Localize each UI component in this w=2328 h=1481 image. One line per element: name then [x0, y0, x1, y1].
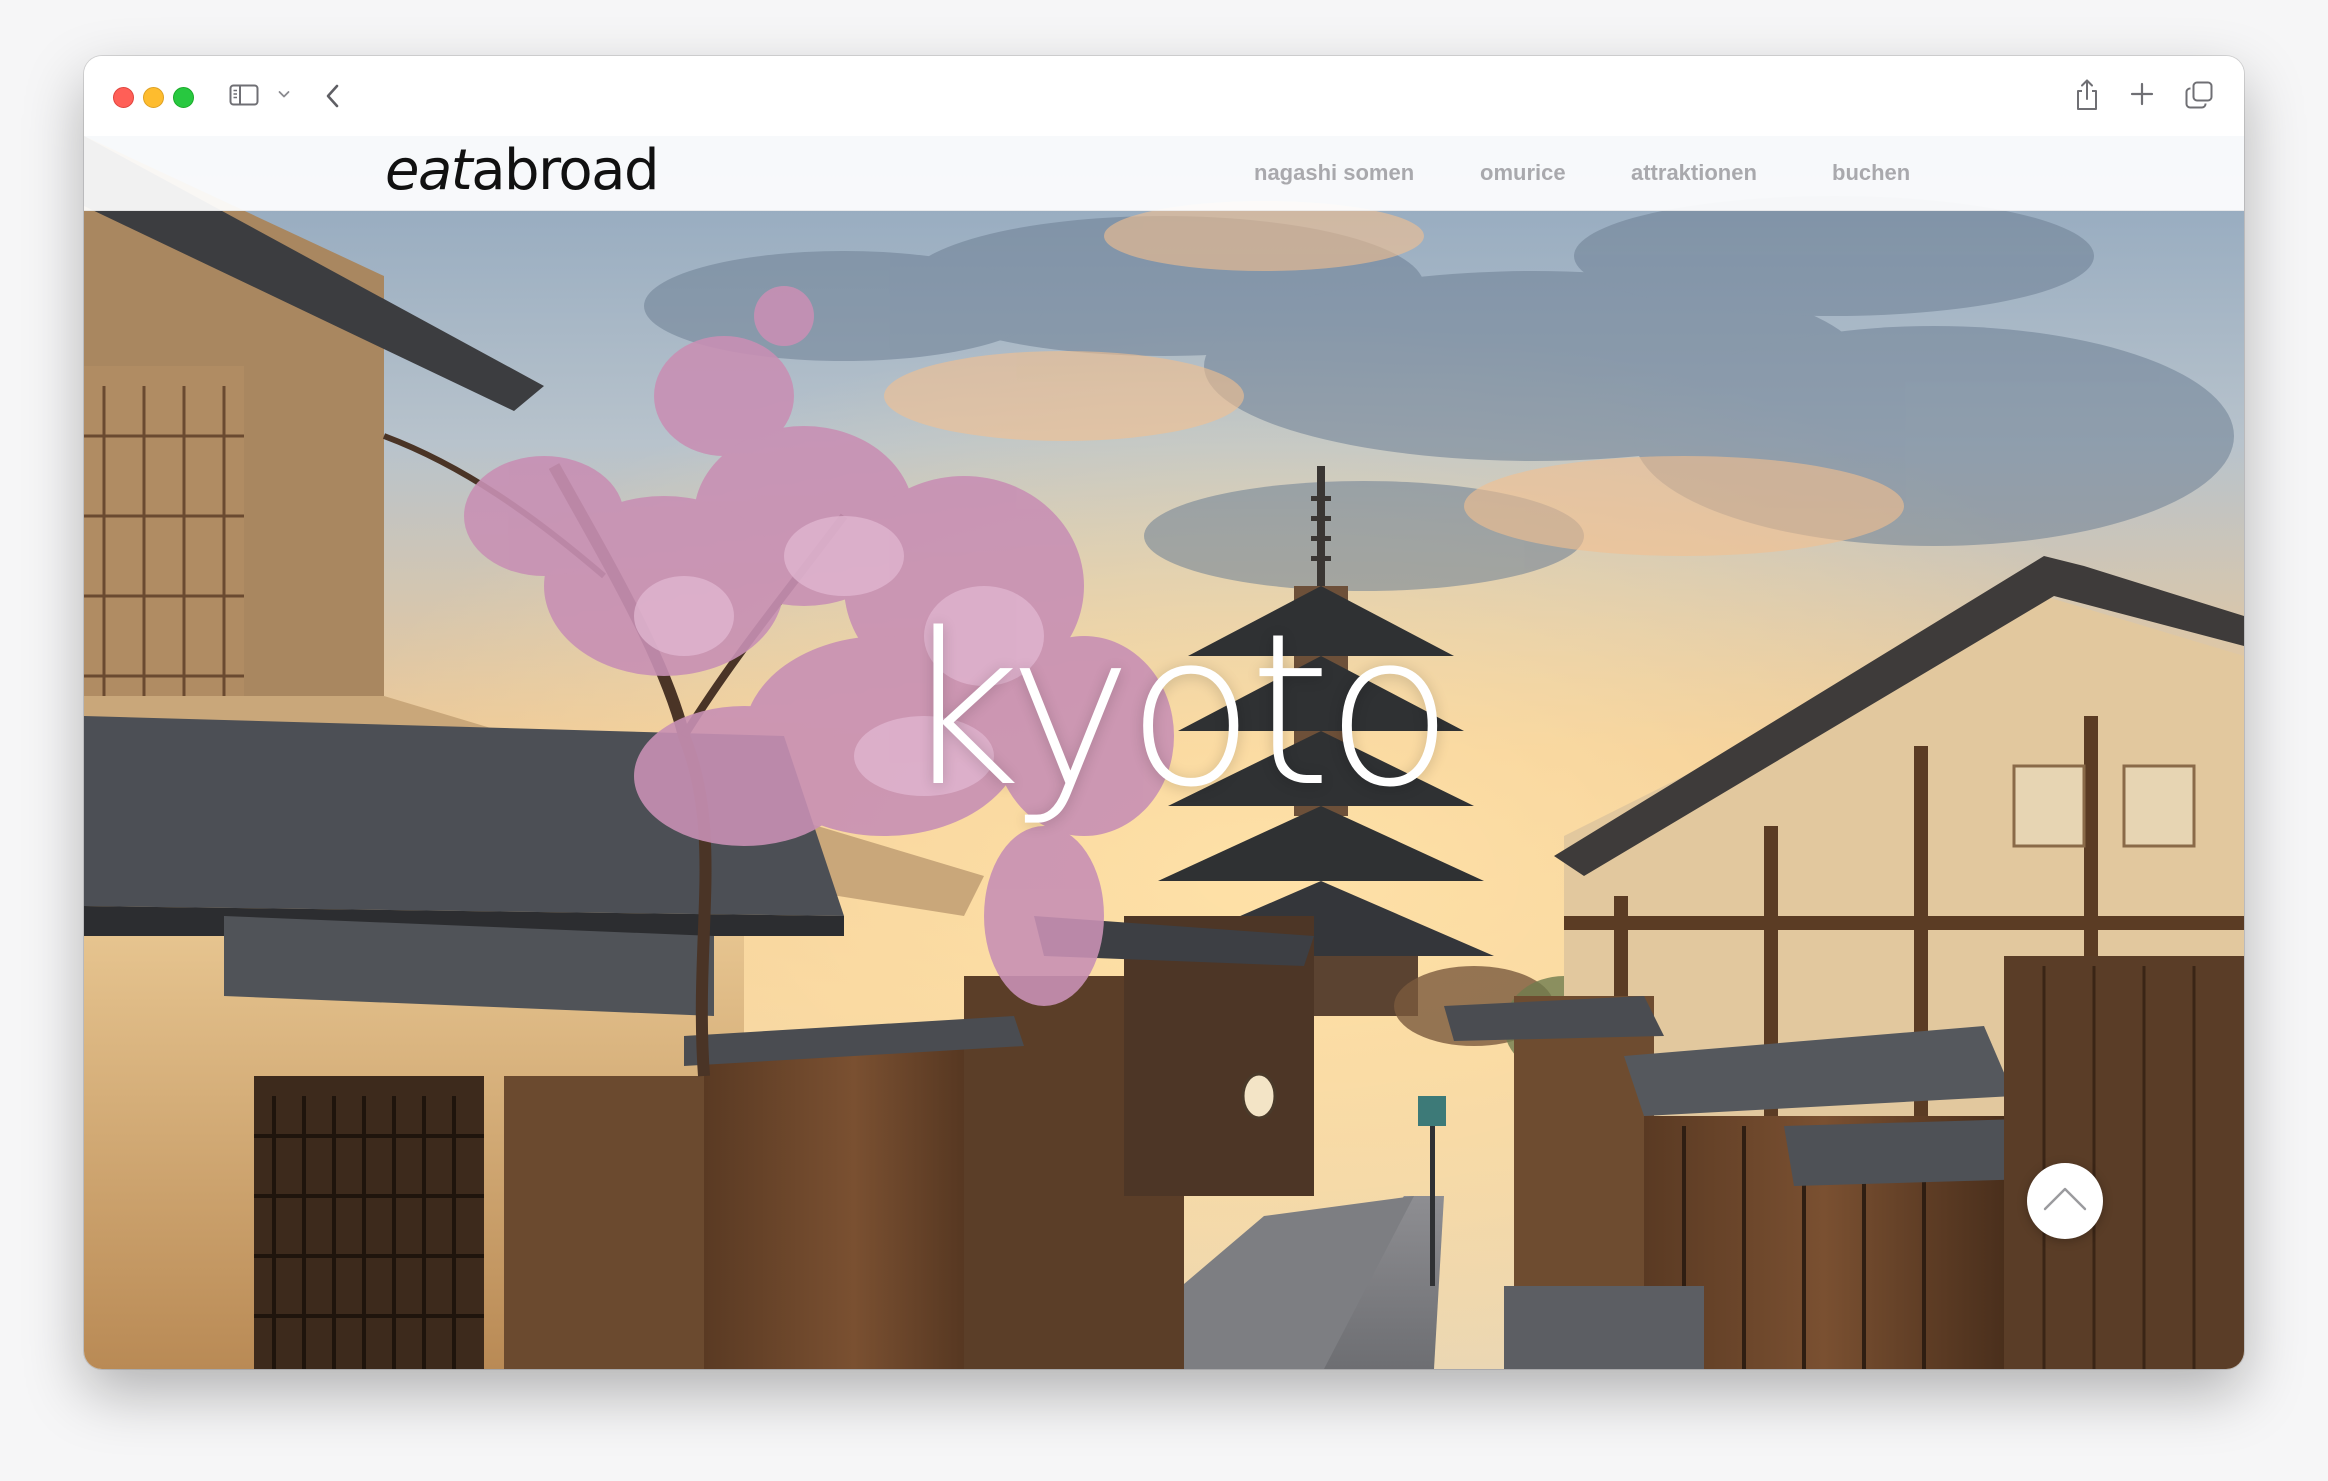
site-header: eatabroad nagashi somen omurice attrakti…	[84, 136, 2244, 211]
hero-title: kyoto	[900, 588, 1454, 833]
window-close-button[interactable]	[113, 87, 134, 108]
window-maximize-button[interactable]	[173, 87, 194, 108]
nav-link-attraktionen[interactable]: attraktionen	[1631, 136, 1757, 210]
share-icon[interactable]	[2074, 78, 2100, 112]
back-icon[interactable]	[323, 82, 343, 110]
browser-toolbar	[84, 56, 2244, 136]
tabs-overview-icon[interactable]	[2185, 81, 2213, 109]
nav-link-nagashi-somen[interactable]: nagashi somen	[1254, 136, 1414, 210]
browser-window: eatabroad nagashi somen omurice attrakti…	[84, 56, 2244, 1369]
logo-prefix: eat	[385, 138, 473, 203]
nav-link-buchen[interactable]: buchen	[1832, 136, 1910, 210]
window-minimize-button[interactable]	[143, 87, 164, 108]
chevron-down-icon[interactable]	[278, 89, 290, 99]
site-logo[interactable]: eatabroad	[385, 136, 660, 208]
plus-icon[interactable]	[2130, 82, 2154, 106]
chevron-up-icon	[2043, 1187, 2087, 1211]
nav-link-omurice[interactable]: omurice	[1480, 136, 1566, 210]
sidebar-icon[interactable]	[229, 83, 259, 107]
logo-suffix: abroad	[471, 138, 659, 203]
page-viewport: eatabroad nagashi somen omurice attrakti…	[84, 136, 2244, 1369]
scroll-to-top-button[interactable]	[2027, 1163, 2103, 1239]
